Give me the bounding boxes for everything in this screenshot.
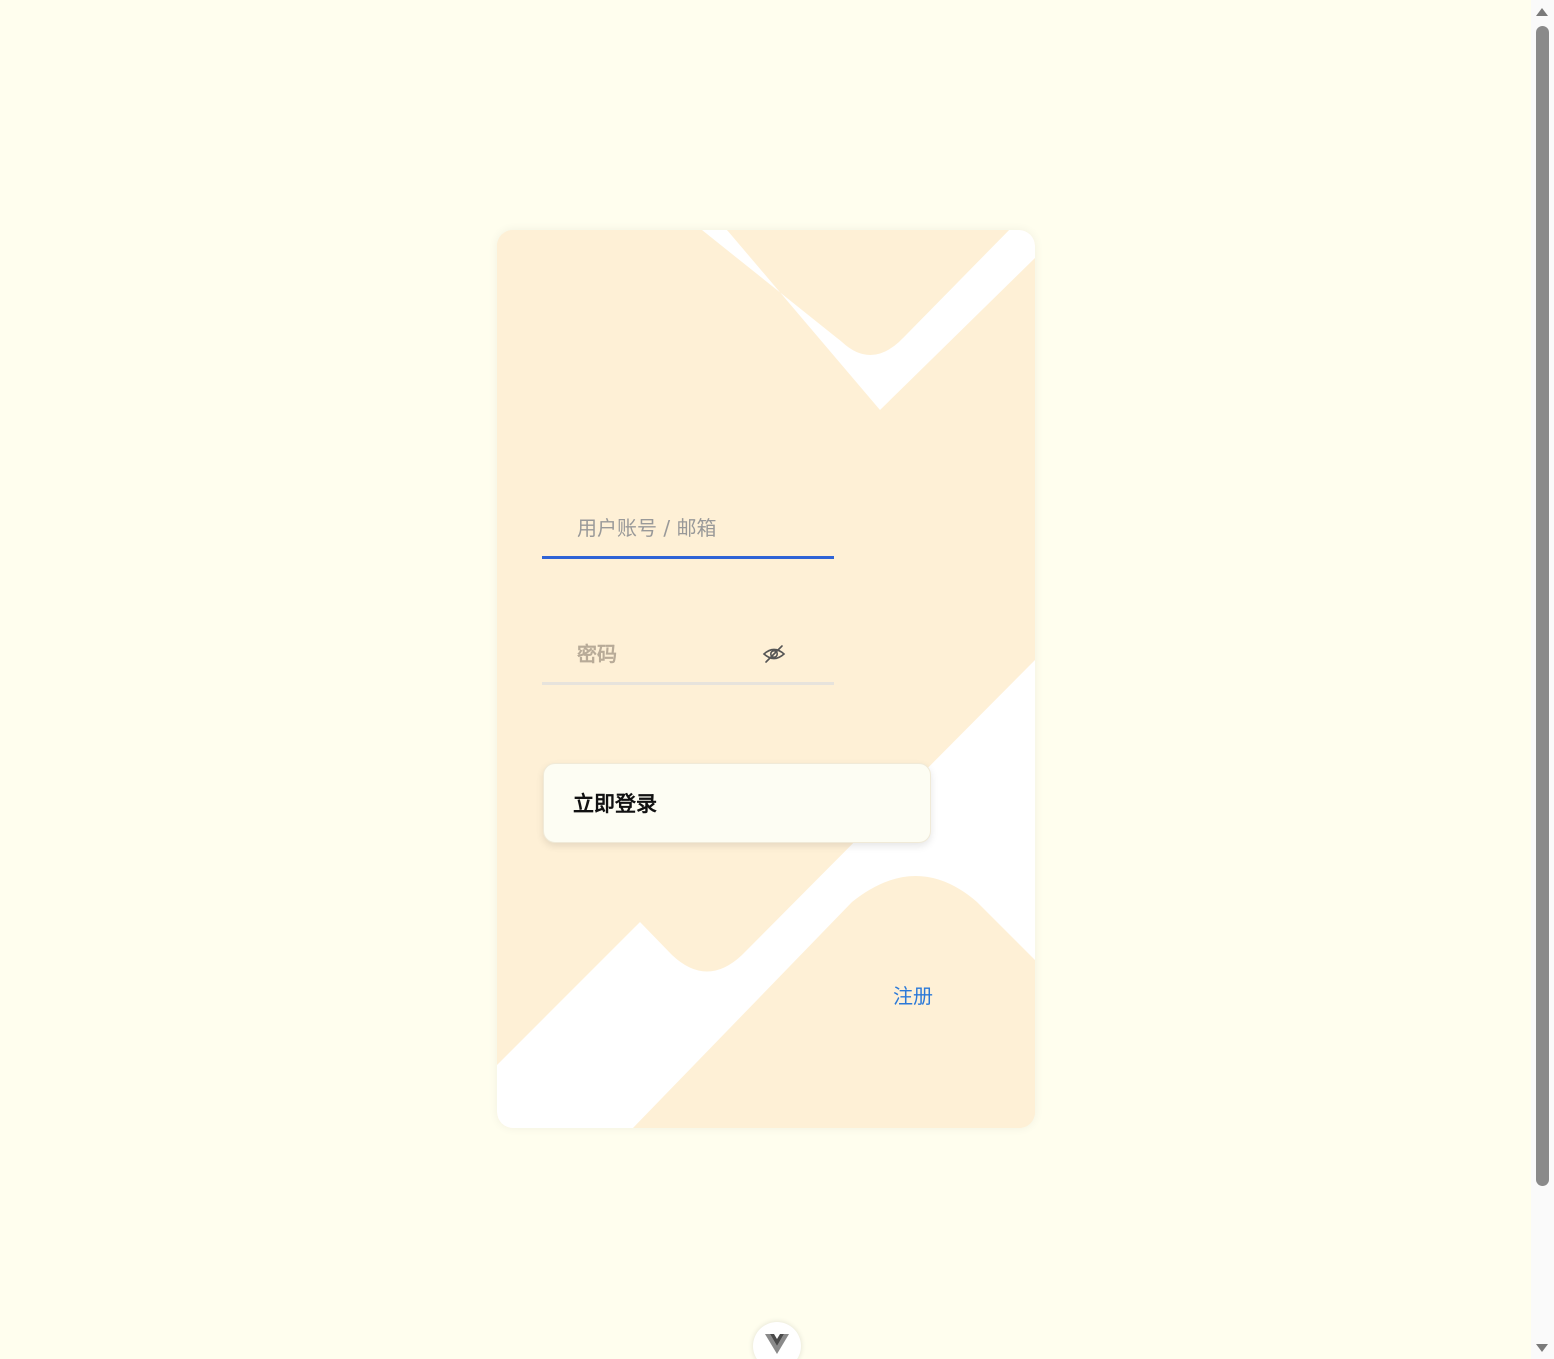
- eye-slash-icon[interactable]: [762, 642, 786, 666]
- username-underline: [542, 556, 834, 559]
- scrollbar-thumb[interactable]: [1536, 26, 1549, 1186]
- password-underline: [542, 682, 834, 685]
- password-input[interactable]: [542, 626, 834, 682]
- login-card: 立即登录 注册: [497, 230, 1035, 1128]
- devtools-toggle-button[interactable]: [753, 1322, 801, 1359]
- username-field: [542, 500, 834, 559]
- vue-logo-icon: [765, 1334, 789, 1354]
- page: 立即登录 注册: [0, 0, 1554, 1359]
- username-input[interactable]: [542, 500, 834, 556]
- login-button[interactable]: 立即登录: [543, 763, 931, 843]
- scroll-down-arrow-icon[interactable]: [1534, 1340, 1550, 1354]
- scroll-up-arrow-icon[interactable]: [1534, 4, 1550, 18]
- password-field: [542, 626, 834, 685]
- vertical-scrollbar[interactable]: [1531, 0, 1554, 1359]
- register-link[interactable]: 注册: [893, 980, 933, 1009]
